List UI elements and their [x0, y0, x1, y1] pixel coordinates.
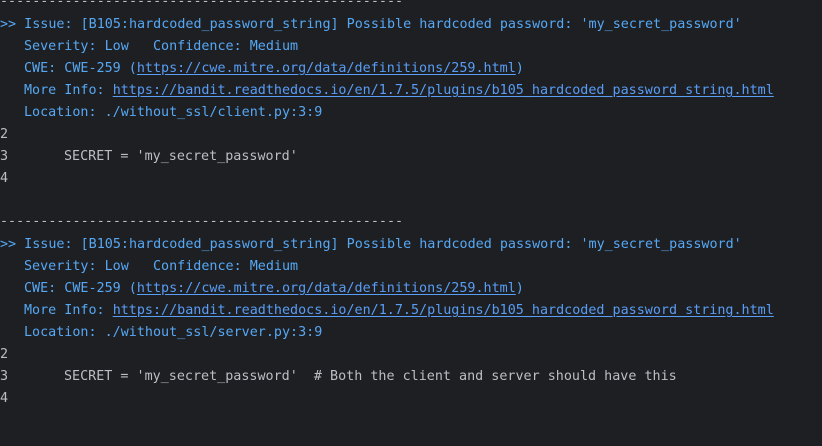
more-info-link[interactable]: https://bandit.readthedocs.io/en/1.7.5/p… — [113, 303, 774, 318]
code-line: 3 SECRET = 'my_secret_password' — [0, 146, 298, 168]
cwe-suffix: ) — [515, 61, 524, 76]
code-text: SECRET = 'my_secret_password' # Both the… — [64, 369, 677, 384]
more-info-link[interactable]: https://bandit.readthedocs.io/en/1.7.5/p… — [113, 83, 774, 98]
code-line-number: 3 — [0, 149, 9, 164]
severity-line: Severity: Low Confidence: Medium — [24, 259, 299, 274]
more-info-line: More Info: https://bandit.readthedocs.io… — [0, 300, 774, 322]
code-text: SECRET = 'my_secret_password' — [64, 149, 298, 164]
location-line: Location: ./without_ssl/client.py:3:9 — [24, 105, 323, 120]
cwe-line: CWE: CWE-259 (https://cwe.mitre.org/data… — [0, 278, 524, 300]
code-line-number: 2 — [0, 347, 9, 362]
terminal-output[interactable]: ----------------------------------------… — [0, 0, 822, 446]
code-line-number: 2 — [0, 127, 9, 142]
issue-line: >> Issue: [B105:hardcoded_password_strin… — [0, 17, 742, 32]
code-line-number: 3 — [0, 369, 9, 384]
separator-line: ----------------------------------------… — [0, 214, 404, 229]
cwe-line: CWE: CWE-259 (https://cwe.mitre.org/data… — [0, 58, 524, 80]
cwe-prefix: CWE: CWE-259 ( — [24, 61, 137, 76]
cwe-prefix: CWE: CWE-259 ( — [24, 281, 137, 296]
code-line-number: 4 — [0, 391, 9, 406]
code-line: 3 SECRET = 'my_secret_password' # Both th… — [0, 366, 677, 388]
separator-line: ----------------------------------------… — [0, 0, 404, 9]
cwe-suffix: ) — [515, 281, 524, 296]
cwe-link[interactable]: https://cwe.mitre.org/data/definitions/2… — [137, 61, 516, 76]
more-info-prefix: More Info: — [24, 303, 113, 318]
issue-line: >> Issue: [B105:hardcoded_password_strin… — [0, 237, 742, 252]
location-line: Location: ./without_ssl/server.py:3:9 — [24, 325, 323, 340]
code-line-number: 4 — [0, 171, 9, 186]
cwe-link[interactable]: https://cwe.mitre.org/data/definitions/2… — [137, 281, 516, 296]
more-info-line: More Info: https://bandit.readthedocs.io… — [0, 80, 774, 102]
more-info-prefix: More Info: — [24, 83, 113, 98]
severity-line: Severity: Low Confidence: Medium — [24, 39, 299, 54]
